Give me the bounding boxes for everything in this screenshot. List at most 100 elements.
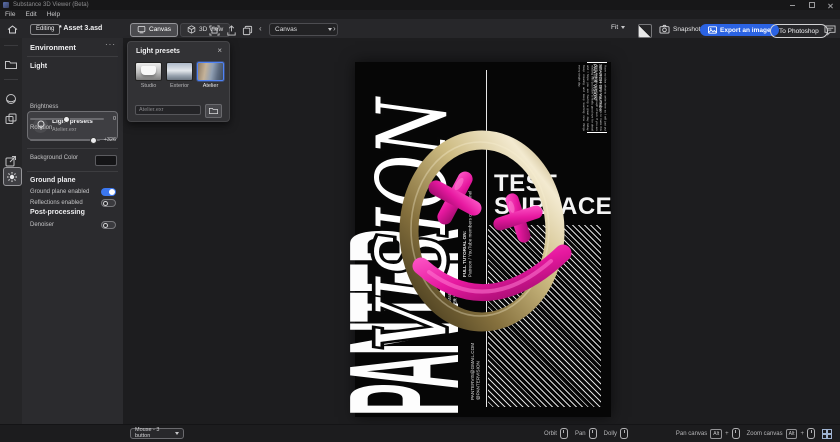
folder-icon: [209, 107, 218, 115]
background-color-label: Background Color: [30, 155, 78, 161]
export-image-label: Export an image: [720, 27, 771, 34]
dolly-label: Dolly: [604, 431, 617, 437]
environment-file-input[interactable]: [135, 105, 201, 115]
toggle-knob: [109, 189, 115, 195]
brightness-slider-row: 0: [30, 116, 116, 122]
navigation-hints-canvas: Pan canvas Alt + Zoom canvas Alt +: [676, 425, 832, 442]
brightness-label: Brightness: [30, 104, 58, 110]
grid-toggle-icon[interactable]: [822, 429, 832, 439]
chevron-down-icon: [621, 26, 625, 29]
mouse-mode-select[interactable]: Mouse - 3 button: [130, 428, 184, 439]
viewport-canvas[interactable]: PANTER VISION SEARCH ON YouTube: PANTER …: [123, 38, 840, 424]
next-artboard-icon[interactable]: ›: [333, 23, 336, 35]
material-ball-icon[interactable]: [5, 93, 17, 105]
environment-light-button[interactable]: [3, 167, 22, 186]
fit-select[interactable]: Fit: [611, 24, 625, 31]
divider: [4, 79, 18, 80]
rotation-slider-thumb[interactable]: [90, 137, 97, 144]
to-photoshop-button[interactable]: To Photoshop: [770, 24, 828, 38]
gold-ring-smiley-graphic: [355, 62, 611, 417]
alt-key-badge: Alt: [710, 429, 722, 439]
feedback-bubble-icon[interactable]: [824, 25, 836, 36]
pan-label: Pan: [575, 431, 586, 437]
divider: [4, 45, 18, 46]
preset-studio[interactable]: Studio: [135, 62, 162, 89]
menu-help[interactable]: Help: [42, 11, 65, 18]
export-image-button[interactable]: Export an image: [700, 24, 779, 36]
pan-canvas-label: Pan canvas: [676, 431, 707, 437]
plus-sign: +: [725, 431, 729, 437]
toggle-knob: [103, 201, 108, 206]
panel-title: Environment: [30, 43, 76, 52]
camera-icon: [659, 24, 670, 34]
preset-studio-thumbnail: [135, 62, 162, 81]
background-color-swatch[interactable]: [95, 155, 117, 166]
preset-thumbnails: Studio Exterior Atelier: [135, 62, 224, 89]
toggle-knob: [103, 223, 108, 228]
folder-icon[interactable]: [5, 59, 17, 71]
menu-file[interactable]: File: [0, 11, 20, 18]
share-icon[interactable]: [226, 25, 237, 36]
fit-select-value: Fit: [611, 24, 618, 31]
artboard-select[interactable]: Canvas: [269, 23, 338, 36]
cube-icon: [187, 25, 196, 34]
zoom-canvas-label: Zoom canvas: [747, 431, 783, 437]
preset-exterior[interactable]: Exterior: [166, 62, 193, 89]
reflections-toggle[interactable]: [101, 199, 116, 207]
minimize-icon: [790, 5, 795, 6]
tab-3d-view[interactable]: 3D View: [180, 23, 230, 37]
tab-canvas[interactable]: Canvas: [130, 23, 178, 37]
ground-plane-row: Ground plane enabled: [30, 188, 116, 196]
snapshot-button[interactable]: Snapshot: [659, 24, 700, 34]
rotation-value: +326: [100, 137, 116, 143]
rotation-slider[interactable]: [30, 139, 100, 141]
denoiser-toggle[interactable]: [101, 221, 116, 229]
preset-atelier-thumbnail: [197, 62, 224, 81]
poster-artwork[interactable]: PANTER VISION SEARCH ON YouTube: PANTER …: [355, 62, 611, 417]
minimize-button[interactable]: [783, 0, 802, 10]
prev-artboard-icon[interactable]: ‹: [259, 23, 262, 35]
toolbar: Editing * Asset 3.asd Canvas 3D View ‹ C…: [0, 19, 840, 39]
menu-edit[interactable]: Edit: [20, 11, 41, 18]
brightness-slider[interactable]: [30, 118, 104, 120]
alt-key-badge: Alt: [786, 429, 798, 439]
image-icon: [708, 26, 717, 34]
artboard-select-value: Canvas: [275, 26, 297, 33]
browse-file-button[interactable]: [205, 104, 222, 118]
editing-mode-button[interactable]: Editing: [30, 24, 60, 35]
window-controls: [783, 0, 840, 10]
background-matte-toggle-icon[interactable]: [638, 24, 652, 38]
send-to-icon[interactable]: [5, 155, 17, 167]
brightness-slider-thumb[interactable]: [63, 116, 70, 123]
maximize-button[interactable]: [802, 0, 821, 10]
divider: [27, 171, 118, 172]
light-presets-popup: Light presets × Studio Exterior Atelier: [127, 41, 230, 122]
rotation-label: Rotation: [30, 125, 52, 131]
mouse-mode-value: Mouse - 3 button: [135, 427, 175, 439]
ground-plane-toggle[interactable]: [101, 188, 116, 196]
popup-close-icon[interactable]: ×: [217, 46, 222, 55]
ground-plane-heading: Ground plane: [30, 177, 76, 184]
left-rail: [0, 38, 23, 424]
marquee-icon[interactable]: [209, 25, 220, 36]
app-logo-icon: [3, 2, 9, 8]
mouse-left-icon: [560, 428, 568, 439]
home-icon[interactable]: [7, 25, 18, 34]
environment-panel: Environment ··· Light Light presets Atel…: [22, 38, 123, 424]
window-title: Substance 3D Viewer (Beta): [13, 2, 89, 8]
swatches-icon[interactable]: [5, 113, 17, 125]
panel-menu-icon[interactable]: ···: [105, 40, 116, 49]
layers-icon[interactable]: [242, 25, 253, 36]
chevron-down-icon: [175, 432, 179, 435]
close-button[interactable]: [821, 0, 840, 10]
tab-canvas-label: Canvas: [149, 26, 171, 33]
navigation-hints-3d: Orbit Pan Dolly: [544, 425, 628, 442]
snapshot-label: Snapshot: [673, 26, 700, 33]
orbit-label: Orbit: [544, 431, 557, 437]
canvas-icon: [137, 25, 146, 34]
menubar: File Edit Help: [0, 10, 840, 19]
divider: [27, 148, 118, 149]
light-section-heading: Light: [30, 63, 47, 70]
plus-sign: +: [800, 431, 804, 437]
preset-atelier[interactable]: Atelier: [197, 62, 224, 89]
